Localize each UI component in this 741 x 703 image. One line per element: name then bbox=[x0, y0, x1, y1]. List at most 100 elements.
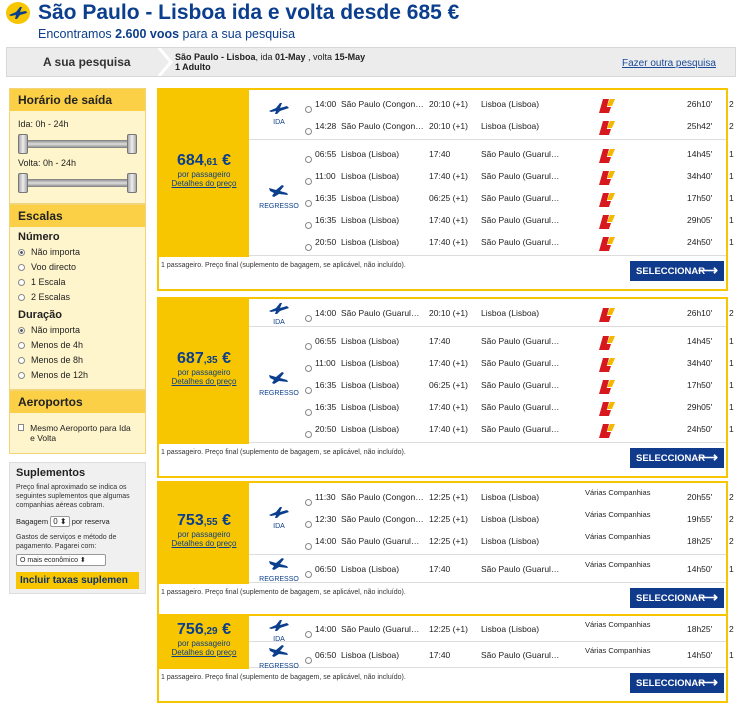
flight-duration: 17h50' bbox=[687, 380, 713, 390]
ida-tag: IDA bbox=[259, 618, 299, 643]
checkbox[interactable] bbox=[18, 424, 25, 431]
price-panel: 687,35 € por passageiro Detalhes do preço bbox=[159, 299, 249, 444]
duration-option[interactable]: Não importa bbox=[10, 323, 145, 338]
slider-handle-min[interactable] bbox=[18, 173, 28, 193]
flight-row[interactable]: 11:30 São Paulo (Congon… 12:25 (+1) Lisboa … bbox=[305, 486, 734, 508]
flight-row[interactable]: 06:55 Lisboa (Lisboa) 17:40 São Paulo (Guar… bbox=[305, 330, 734, 352]
flight-radio[interactable] bbox=[305, 499, 312, 506]
new-search-link[interactable]: Fazer outra pesquisa bbox=[622, 58, 716, 69]
flight-row[interactable]: 11:00 Lisboa (Lisboa) 17:40 (+1) São Paulo … bbox=[305, 165, 734, 187]
flight-radio[interactable] bbox=[305, 343, 312, 350]
radio-selected[interactable] bbox=[18, 327, 25, 335]
flight-row[interactable]: 11:00 Lisboa (Lisboa) 17:40 (+1) São Paulo … bbox=[305, 352, 734, 374]
flight-radio[interactable] bbox=[305, 200, 312, 207]
radio[interactable] bbox=[18, 279, 25, 287]
select-button[interactable]: SELECCIONAR ⟶ bbox=[630, 588, 724, 608]
flight-row[interactable]: 14:28 São Paulo (Congon… 20:10 (+1) Lisboa … bbox=[305, 115, 734, 137]
flight-radio[interactable] bbox=[305, 106, 312, 113]
origin-airport: São Paulo (Guarul… bbox=[341, 308, 420, 318]
flight-row[interactable]: 06:50 Lisboa (Lisboa) 17:40 São Paulo (Guar… bbox=[305, 644, 734, 666]
select-button[interactable]: SELECCIONAR ⟶ bbox=[630, 261, 724, 281]
radio[interactable] bbox=[18, 294, 25, 302]
price-details-link[interactable]: Detalhes do preço bbox=[159, 377, 249, 386]
stops-count: 1 bbox=[729, 171, 734, 181]
departure-time: 20:50 bbox=[315, 237, 337, 247]
select-button[interactable]: SELECCIONAR ⟶ bbox=[630, 448, 724, 468]
duration-option[interactable]: Menos de 8h bbox=[10, 353, 145, 368]
radio[interactable] bbox=[18, 357, 25, 365]
flight-row[interactable]: 16:35 Lisboa (Lisboa) 17:40 (+1) São Paulo … bbox=[305, 209, 734, 231]
flight-radio[interactable] bbox=[305, 631, 312, 638]
radio[interactable] bbox=[18, 342, 25, 350]
arrival-time: 17:40 (+1) bbox=[429, 358, 468, 368]
slider-handle-max[interactable] bbox=[127, 134, 137, 154]
flight-row[interactable]: 16:35 Lisboa (Lisboa) 06:25 (+1) São Paulo … bbox=[305, 187, 734, 209]
flight-radio[interactable] bbox=[305, 571, 312, 578]
flight-radio[interactable] bbox=[305, 128, 312, 135]
select-button[interactable]: SELECCIONAR ⟶ bbox=[630, 673, 724, 693]
same-airport-option[interactable]: Mesmo Aeroporto para Ida e Volta bbox=[10, 413, 145, 453]
flight-radio[interactable] bbox=[305, 657, 312, 664]
flight-radio[interactable] bbox=[305, 431, 312, 438]
duration-option[interactable]: Menos de 12h bbox=[10, 368, 145, 383]
flight-radio[interactable] bbox=[305, 521, 312, 528]
radio[interactable] bbox=[18, 372, 25, 380]
flight-row[interactable]: 20:50 Lisboa (Lisboa) 17:40 (+1) São Paulo … bbox=[305, 418, 734, 440]
flight-row[interactable]: 06:50 Lisboa (Lisboa) 17:40 São Paulo (Guar… bbox=[305, 558, 734, 580]
airline-name: Várias Companhias bbox=[585, 646, 651, 655]
flight-row[interactable]: 16:35 Lisboa (Lisboa) 17:40 (+1) São Paulo … bbox=[305, 396, 734, 418]
flight-duration: 19h55' bbox=[687, 514, 713, 524]
flight-radio[interactable] bbox=[305, 244, 312, 251]
destination-airport: São Paulo (Guarul… bbox=[481, 215, 560, 225]
price: 753,55 € bbox=[177, 511, 231, 529]
flight-radio[interactable] bbox=[305, 387, 312, 394]
flight-radio[interactable] bbox=[305, 365, 312, 372]
stops-count: 1 bbox=[729, 149, 734, 159]
arrival-time: 06:25 (+1) bbox=[429, 193, 468, 203]
volta-time-slider[interactable] bbox=[18, 173, 137, 193]
flight-radio[interactable] bbox=[305, 156, 312, 163]
stops-count: 2 bbox=[729, 624, 734, 634]
flight-radio[interactable] bbox=[305, 222, 312, 229]
slider-handle-max[interactable] bbox=[127, 173, 137, 193]
departure-time-filter: Horário de saída Ida: 0h - 24h Volta: 0h… bbox=[9, 88, 146, 204]
stops-option[interactable]: 2 Escalas bbox=[10, 290, 145, 305]
flight-radio[interactable] bbox=[305, 543, 312, 550]
slider-handle-min[interactable] bbox=[18, 134, 28, 154]
price-details-link[interactable]: Detalhes do preço bbox=[159, 179, 249, 188]
flight-row[interactable]: 14:00 São Paulo (Congon… 20:10 (+1) Lisboa … bbox=[305, 93, 734, 115]
flight-duration: 17h50' bbox=[687, 193, 713, 203]
price-details-link[interactable]: Detalhes do preço bbox=[159, 648, 249, 657]
stops-count: 2 bbox=[729, 514, 734, 524]
stops-count: 2 bbox=[729, 99, 734, 109]
include-fees-button[interactable]: Incluir taxas suplemen bbox=[16, 572, 139, 589]
flight-radio[interactable] bbox=[305, 409, 312, 416]
flight-row[interactable]: 14:00 São Paulo (Guarul… 12:25 (+1) Lisboa … bbox=[305, 618, 734, 640]
flight-row[interactable]: 20:50 Lisboa (Lisboa) 17:40 (+1) São Paulo … bbox=[305, 231, 734, 253]
payment-select[interactable]: O mais econômico ⬍ bbox=[16, 554, 106, 566]
flight-row[interactable]: 16:35 Lisboa (Lisboa) 06:25 (+1) São Paulo … bbox=[305, 374, 734, 396]
flight-row[interactable]: 14:00 São Paulo (Guarul… 12:25 (+1) Lisboa … bbox=[305, 530, 734, 552]
airline-name: Várias Companhias bbox=[585, 532, 651, 541]
flight-row[interactable]: 14:00 São Paulo (Guarul… 20:10 (+1) Lisboa … bbox=[305, 302, 734, 324]
radio-selected[interactable] bbox=[18, 249, 25, 257]
airports-filter: Aeroportos Mesmo Aeroporto para Ida e Vo… bbox=[9, 390, 146, 454]
price-details-link[interactable]: Detalhes do preço bbox=[159, 539, 249, 548]
flight-radio[interactable] bbox=[305, 178, 312, 185]
volta-tag: REGRESSO bbox=[259, 184, 299, 210]
duration-option[interactable]: Menos de 4h bbox=[10, 338, 145, 353]
stops-option[interactable]: Não importa bbox=[10, 245, 145, 260]
radio[interactable] bbox=[18, 264, 25, 272]
flight-row[interactable]: 06:55 Lisboa (Lisboa) 17:40 São Paulo (Guar… bbox=[305, 143, 734, 165]
stops-count: 1 bbox=[729, 380, 734, 390]
stops-option[interactable]: Voo directo bbox=[10, 260, 145, 275]
flight-row[interactable]: 12:30 São Paulo (Congon… 12:25 (+1) Lisboa … bbox=[305, 508, 734, 530]
departure-time: 06:55 bbox=[315, 149, 337, 159]
flight-radio[interactable] bbox=[305, 315, 312, 322]
fare-footnote: 1 passageiro. Preço final (suplemento de… bbox=[161, 449, 406, 456]
baggage-select[interactable]: 0 ⬍ bbox=[50, 516, 70, 527]
iberia-logo-icon bbox=[599, 149, 615, 163]
ida-time-slider[interactable] bbox=[18, 134, 137, 154]
per-passenger-label: por passageiro bbox=[177, 169, 231, 179]
stops-option[interactable]: 1 Escala bbox=[10, 275, 145, 290]
